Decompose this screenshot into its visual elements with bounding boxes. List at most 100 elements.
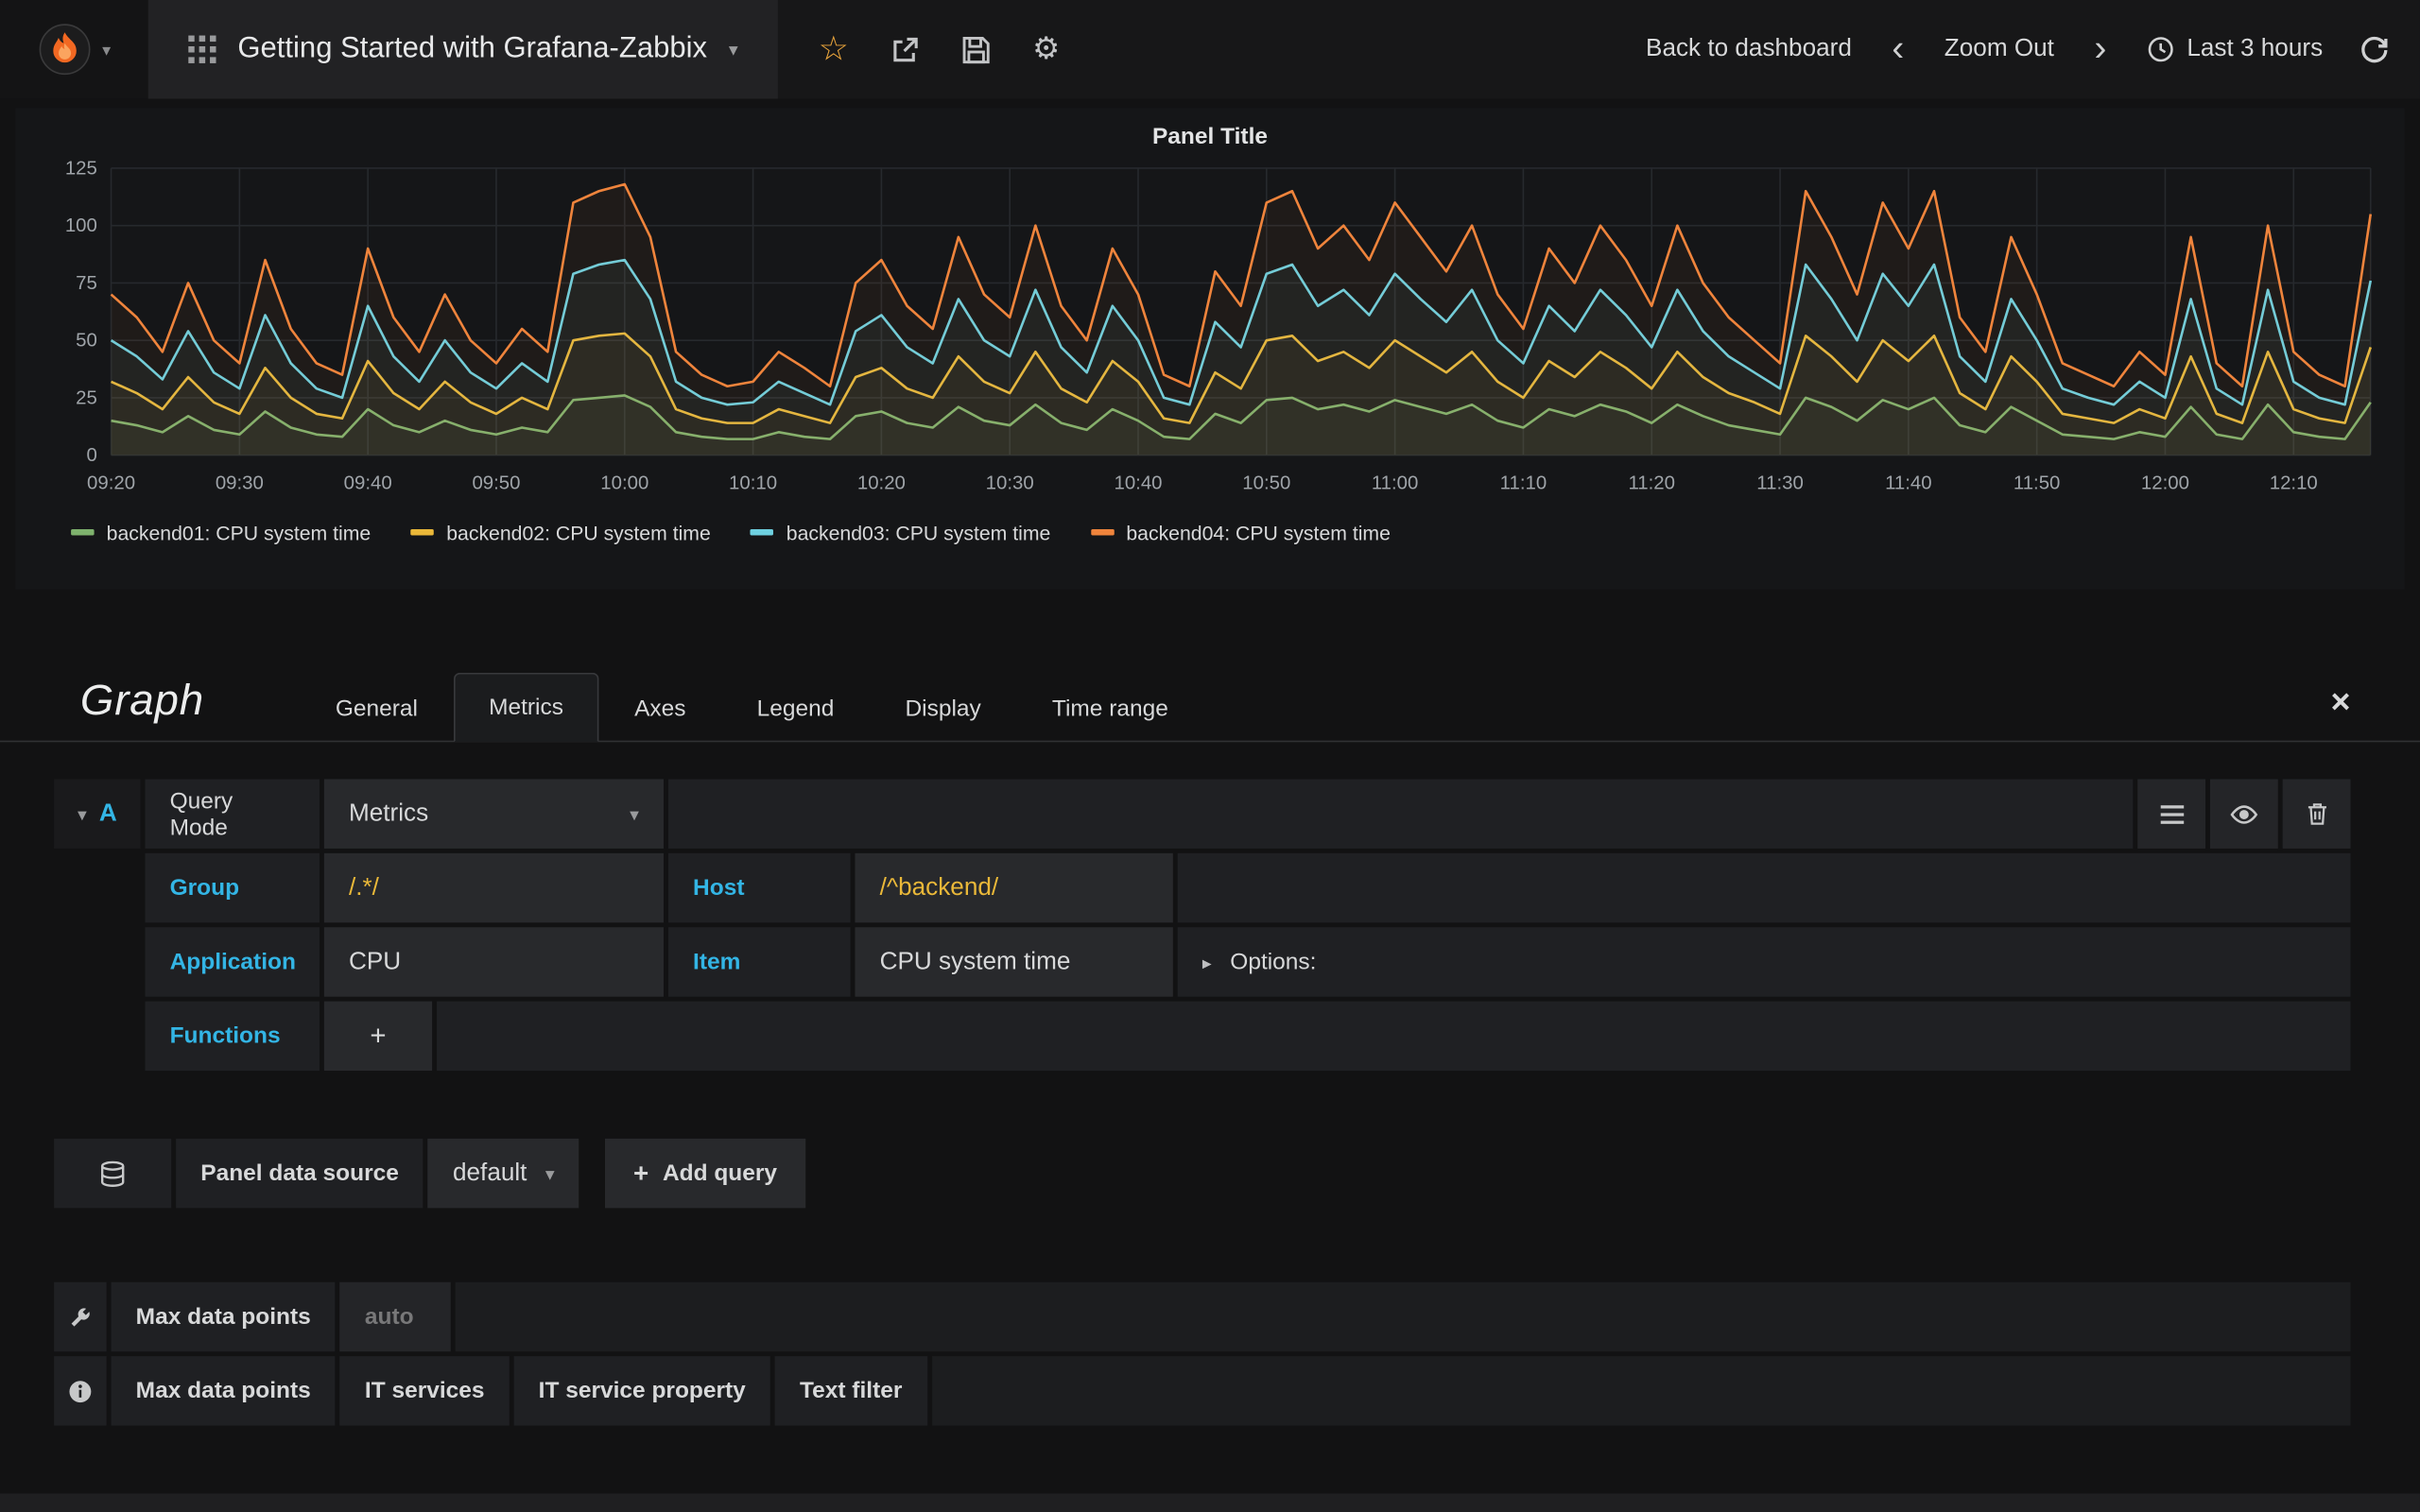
tab-text-filter[interactable]: Text filter — [775, 1356, 927, 1425]
svg-text:10:40: 10:40 — [1114, 473, 1162, 494]
datasource-caret-icon: ▾ — [545, 1162, 555, 1184]
query-menu-button[interactable] — [2137, 779, 2205, 848]
datasource-row: Panel data source default ▾ + Add query — [54, 1139, 2350, 1208]
navbar: ▾ Getting Started with Grafana-Zabbix ▾ … — [0, 0, 2420, 98]
tab-legend[interactable]: Legend — [721, 674, 870, 742]
legend-item[interactable]: backend02: CPU system time — [411, 521, 711, 543]
query-mode-select[interactable]: Metrics ▾ — [324, 779, 664, 848]
tab-it-services[interactable]: IT services — [340, 1356, 510, 1425]
options-toggle[interactable]: ▸ Options: — [1178, 927, 2351, 996]
svg-text:09:50: 09:50 — [472, 473, 520, 494]
svg-text:75: 75 — [76, 273, 97, 294]
tab-time-range[interactable]: Time range — [1016, 674, 1203, 742]
tab-general[interactable]: General — [300, 674, 453, 742]
add-function-button[interactable]: + — [324, 1002, 432, 1071]
query-collapse-toggle[interactable]: ▾ A — [54, 779, 140, 848]
datasource-value: default — [453, 1160, 527, 1187]
dashboard-title-dropdown[interactable]: Getting Started with Grafana-Zabbix ▾ — [148, 0, 778, 98]
graph-panel: Panel Title 025507510012509:2009:3009:40… — [15, 108, 2404, 589]
back-to-dashboard-button[interactable]: Back to dashboard — [1646, 36, 1852, 63]
dashboard-grid-icon — [188, 36, 216, 63]
close-editor-icon[interactable]: × — [2331, 682, 2351, 741]
tab-metrics[interactable]: Metrics — [454, 673, 599, 742]
legend-swatch — [1091, 529, 1114, 536]
time-shift-left-icon[interactable]: ‹ — [1889, 35, 1908, 64]
legend-swatch — [411, 529, 434, 536]
trash-icon — [2304, 800, 2330, 827]
wrench-icon-cell — [54, 1282, 107, 1351]
svg-text:10:30: 10:30 — [986, 473, 1034, 494]
legend-label: backend03: CPU system time — [786, 521, 1051, 543]
settings-gear-icon[interactable]: ⚙ — [1032, 34, 1060, 65]
legend-item[interactable]: backend03: CPU system time — [751, 521, 1050, 543]
grafana-logo-icon — [38, 22, 94, 77]
chart-legend: backend01: CPU system time backend02: CPU… — [71, 514, 2405, 551]
row-filler — [456, 1282, 2350, 1351]
legend-item[interactable]: backend01: CPU system time — [71, 521, 371, 543]
max-data-points-row: Max data points auto — [54, 1282, 2350, 1351]
svg-text:12:10: 12:10 — [2270, 473, 2318, 494]
application-input[interactable]: CPU — [324, 927, 664, 996]
tab-max-data-points[interactable]: Max data points — [112, 1356, 336, 1425]
row-filler — [931, 1356, 2350, 1425]
query-editor: ▾ A Query Mode Metrics ▾ — [54, 779, 2350, 1071]
time-range-picker[interactable]: Last 3 hours — [2147, 36, 2323, 63]
panel-editor-header: Graph General Metrics Axes Legend Displa… — [0, 651, 2420, 742]
share-icon[interactable] — [890, 35, 920, 64]
panel-title[interactable]: Panel Title — [15, 108, 2404, 149]
footer-strip — [0, 1493, 2420, 1512]
svg-text:11:40: 11:40 — [1885, 473, 1932, 494]
legend-label: backend04: CPU system time — [1126, 521, 1391, 543]
options-triangle-icon: ▸ — [1202, 952, 1212, 973]
host-label: Host — [668, 853, 851, 922]
zoom-out-button[interactable]: Zoom Out — [1945, 36, 2054, 63]
tab-display[interactable]: Display — [870, 674, 1016, 742]
plus-icon: + — [633, 1158, 648, 1189]
query-row-filler — [437, 1002, 2350, 1071]
clock-icon — [2147, 36, 2174, 63]
panel-type-title: Graph — [80, 676, 204, 741]
query-toggle-visibility-button[interactable] — [2210, 779, 2278, 848]
host-input[interactable]: /^backend/ — [855, 853, 1172, 922]
query-delete-button[interactable] — [2283, 779, 2351, 848]
legend-item[interactable]: backend04: CPU system time — [1091, 521, 1391, 543]
datasource-icon-cell — [54, 1139, 171, 1208]
svg-text:11:30: 11:30 — [1756, 473, 1804, 494]
query-mode-caret-icon: ▾ — [630, 803, 639, 825]
svg-text:09:30: 09:30 — [216, 473, 264, 494]
item-input[interactable]: CPU system time — [855, 927, 1172, 996]
svg-text:11:20: 11:20 — [1628, 473, 1675, 494]
tab-it-service-property[interactable]: IT service property — [514, 1356, 770, 1425]
cpu-chart[interactable]: 025507510012509:2009:3009:4009:5010:0010… — [37, 153, 2383, 514]
query-mode-value: Metrics — [349, 800, 428, 828]
tab-axes[interactable]: Axes — [599, 674, 722, 742]
refresh-icon[interactable] — [2360, 35, 2389, 64]
time-shift-right-icon[interactable]: › — [2091, 35, 2110, 64]
svg-text:0: 0 — [87, 445, 97, 466]
query-mode-label: Query Mode — [145, 779, 319, 848]
add-query-button[interactable]: + Add query — [606, 1139, 805, 1208]
query-letter: A — [99, 800, 117, 828]
menu-icon — [2160, 804, 2183, 823]
editor-tabs: General Metrics Axes Legend Display Time… — [300, 673, 1203, 741]
group-input[interactable]: /.*/ — [324, 853, 664, 922]
query-row-application-item: Application CPU Item CPU system time ▸ O… — [54, 927, 2350, 996]
panel-data-source-label: Panel data source — [176, 1139, 424, 1208]
save-icon[interactable] — [961, 35, 991, 64]
zabbix-options-row: Max data points IT services IT service p… — [54, 1356, 2350, 1425]
navbar-actions: ☆ ⚙ — [819, 32, 1061, 66]
svg-text:10:50: 10:50 — [1242, 473, 1290, 494]
svg-text:09:40: 09:40 — [344, 473, 392, 494]
datasource-select[interactable]: default ▾ — [428, 1139, 579, 1208]
max-data-points-input[interactable]: auto — [340, 1282, 452, 1351]
dashboard-caret-icon: ▾ — [729, 39, 738, 60]
star-icon[interactable]: ☆ — [819, 32, 849, 66]
legend-swatch — [751, 529, 773, 536]
query-options-section: Max data points auto Max data points IT … — [54, 1282, 2350, 1426]
svg-text:125: 125 — [65, 158, 97, 179]
legend-swatch — [71, 529, 94, 536]
collapse-caret-icon: ▾ — [78, 803, 87, 825]
grafana-logo-button[interactable]: ▾ — [0, 0, 148, 98]
max-data-points-label: Max data points — [112, 1282, 336, 1351]
query-row-group-host: Group /.*/ Host /^backend/ — [54, 853, 2350, 922]
